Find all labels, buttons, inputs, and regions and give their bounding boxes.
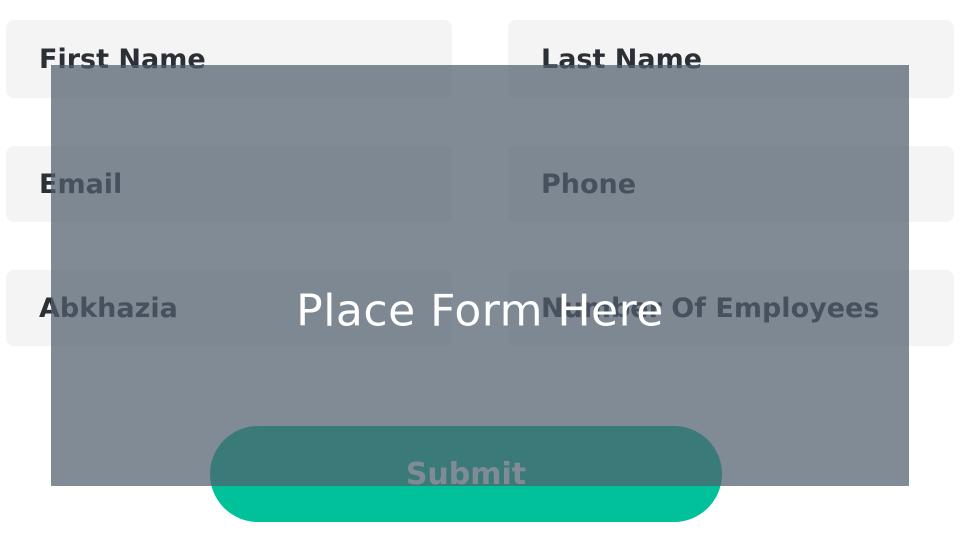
country-value: Abkhazia [39,292,178,324]
phone-placeholder: Phone [541,168,637,200]
email-placeholder: Email [39,168,123,200]
last-name-field[interactable]: Last Name [508,20,954,98]
email-field[interactable]: Email [6,146,452,222]
country-select[interactable]: Abkhazia [6,270,452,346]
first-name-placeholder: First Name [39,43,206,75]
employees-field[interactable]: Number Of Employees [508,270,954,346]
submit-button[interactable]: Submit [210,426,722,522]
employees-placeholder: Number Of Employees [541,292,880,324]
first-name-field[interactable]: First Name [6,20,452,98]
phone-field[interactable]: Phone [508,146,954,222]
last-name-placeholder: Last Name [541,43,703,75]
